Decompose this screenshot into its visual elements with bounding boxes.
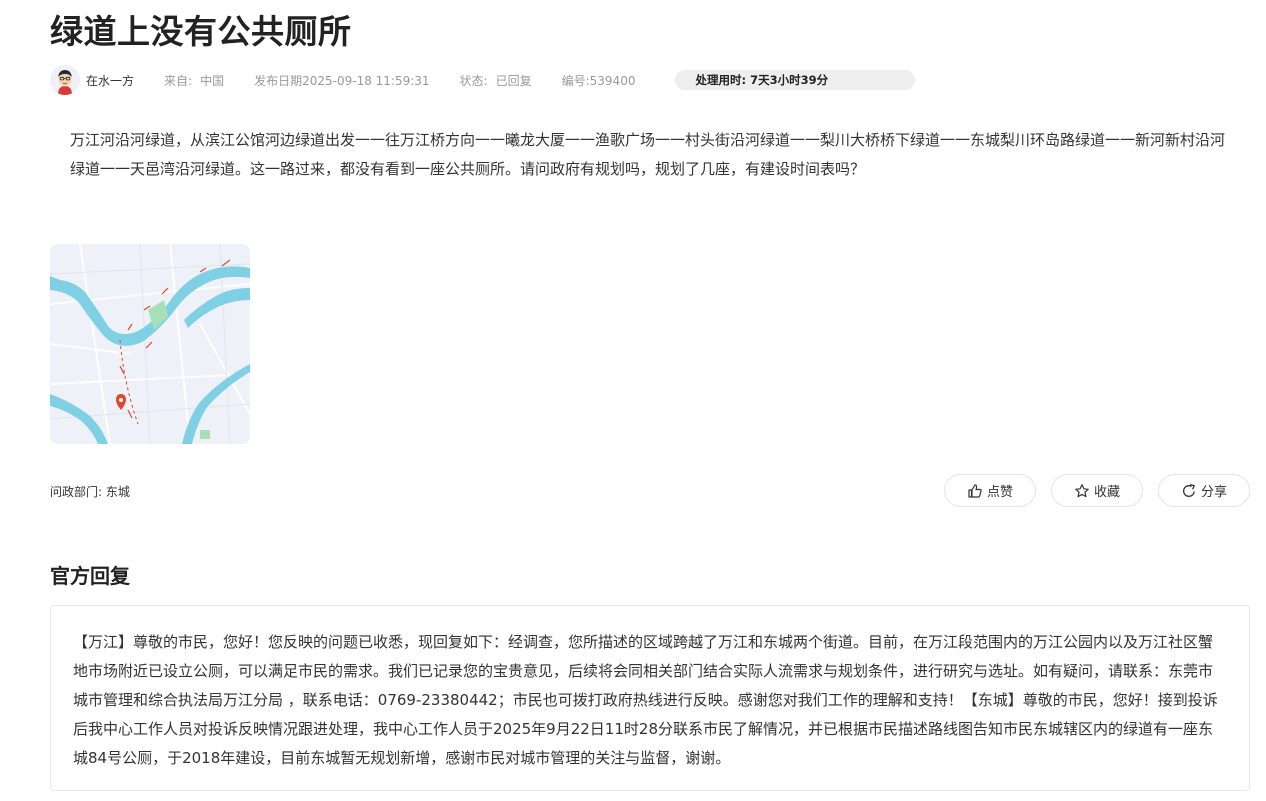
status-label: 状态: <box>459 73 488 88</box>
avatar-icon <box>50 65 80 95</box>
like-label: 点赞 <box>986 485 1013 500</box>
like-button[interactable]: 点赞 <box>944 474 1036 507</box>
processing-time-badge: 处理用时: 7天3小时39分 <box>675 70 916 90</box>
source-value: 中国 <box>200 73 225 88</box>
post-id: 编号:539400 <box>562 72 636 89</box>
author-name[interactable]: 在水一方 <box>86 72 134 89</box>
status-value: 已回复 <box>495 73 532 88</box>
share-label: 分享 <box>1200 485 1227 500</box>
date-value: 2025-09-18 11:59:31 <box>302 73 430 88</box>
department-label: 问政部门: 东城 <box>50 485 130 499</box>
thumbs-up-icon <box>968 483 982 498</box>
favorite-button[interactable]: 收藏 <box>1051 474 1143 507</box>
date-label: 发布日期 <box>254 73 303 88</box>
share-button[interactable]: 分享 <box>1158 474 1250 507</box>
share-icon <box>1182 483 1195 497</box>
map-illustration <box>50 244 250 444</box>
source-label: 来自: <box>164 73 193 88</box>
official-reply-heading: 官方回复 <box>50 564 130 588</box>
post-meta: 在水一方 来自: 中国 发布日期2025-09-18 11:59:31 状态: 已回… <box>50 64 1250 96</box>
action-bar: 点赞 收藏 分享 <box>944 474 1250 507</box>
official-reply-box: 【万江】尊敬的市民，您好！您反映的问题已收悉，现回复如下：经调查，您所描述的区域… <box>50 605 1250 791</box>
page-title: 绿道上没有公共厕所 <box>50 12 352 51</box>
status-info: 状态: 已回复 <box>460 72 532 89</box>
id-label: 编号: <box>561 73 590 88</box>
avatar[interactable] <box>50 65 80 95</box>
favorite-label: 收藏 <box>1093 485 1120 500</box>
route-map-image[interactable] <box>50 244 250 444</box>
post-content: 万江河沿河绿道，从滨江公馆河边绿道出发一一往万江桥方向一一曦龙大厦一一渔歌广场一… <box>70 131 1226 178</box>
id-value: 539400 <box>589 73 636 88</box>
star-icon <box>1075 483 1089 497</box>
official-reply-text: 【万江】尊敬的市民，您好！您反映的问题已收悉，现回复如下：经调查，您所描述的区域… <box>73 633 1218 767</box>
source-info: 来自: 中国 <box>164 72 224 89</box>
publish-date: 发布日期2025-09-18 11:59:31 <box>254 72 429 89</box>
